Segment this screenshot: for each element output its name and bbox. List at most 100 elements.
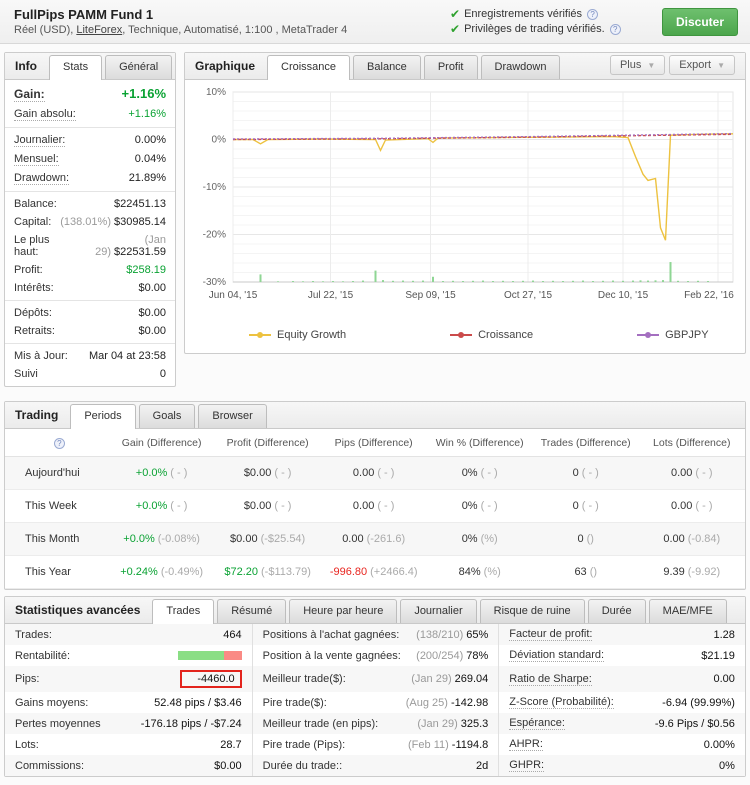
broker-link[interactable]: LiteForex [76, 24, 122, 36]
y-axis-tick: -10% [203, 182, 226, 193]
info-label: Suivi [14, 368, 38, 380]
stat-value: (Jan 29)325.3 [417, 718, 488, 730]
stat-value: -9.6 Pips / $0.56 [655, 718, 735, 730]
info-label[interactable]: Gain: [14, 87, 45, 102]
cell-main-value: 0% [462, 500, 478, 512]
info-row: Profit:$258.19 [5, 261, 175, 279]
discuss-button[interactable]: Discuter [662, 8, 738, 36]
volume-bar [647, 281, 649, 282]
volume-bar [402, 281, 404, 282]
info-panel: Info StatsGénéral Gain:+1.16%Gain absolu… [4, 52, 176, 387]
info-value: 0 [160, 368, 166, 380]
cell-diff-value: (-$25.54) [261, 533, 306, 545]
stat-label[interactable]: Espérance: [509, 717, 565, 730]
stat-label[interactable]: Z-Score (Probabilité): [509, 696, 614, 709]
tab-balance[interactable]: Balance [353, 55, 421, 79]
tab-goals[interactable]: Goals [139, 404, 196, 428]
info-value: $0.00 [138, 307, 166, 319]
info-value: $0.00 [138, 282, 166, 294]
info-label: Retraits: [14, 325, 55, 337]
stat-value: 1.28 [714, 629, 735, 641]
cell-main-value: 0.00 [671, 467, 692, 479]
info-label[interactable]: Mensuel: [14, 153, 59, 166]
period-cell: 84%(%) [427, 566, 533, 578]
period-cell: +0.0%( - ) [109, 467, 215, 479]
volume-bar [612, 281, 614, 282]
stat-value-prefix: (138/210) [416, 629, 463, 641]
verification-row-records: ✔ Enregistrements vérifiés ? [450, 7, 662, 22]
volume-bar [492, 281, 494, 282]
stat-value: 0.00 [714, 673, 735, 685]
growth-chart[interactable]: 10%0%-10%-20%-30%Jun 04, '15Jul 22, '15S… [187, 84, 743, 320]
tab-profit[interactable]: Profit [424, 55, 478, 79]
tab-g-n-ral[interactable]: Général [105, 55, 172, 79]
volume-bar [592, 281, 594, 282]
help-icon[interactable]: ? [587, 9, 598, 20]
help-icon[interactable]: ? [54, 438, 65, 449]
volume-bar [412, 281, 414, 282]
column-header: Lots (Difference) [639, 437, 745, 449]
stat-cell: Espérance: -9.6 Pips / $0.56 [498, 713, 745, 734]
tab-heure-par-heure[interactable]: Heure par heure [289, 599, 397, 623]
tab-trades[interactable]: Trades [152, 599, 214, 624]
plus-dropdown[interactable]: Plus▼ [610, 55, 665, 75]
tab-journalier[interactable]: Journalier [400, 599, 476, 623]
info-value: 0.04% [135, 153, 166, 165]
cell-main-value: 9.39 [663, 566, 684, 578]
account-type: Réel (USD), [14, 24, 76, 36]
help-icon[interactable]: ? [610, 24, 621, 35]
tab-browser[interactable]: Browser [198, 404, 266, 428]
period-cell: +0.24%(-0.49%) [109, 566, 215, 578]
stat-label[interactable]: Ratio de Sharpe: [509, 673, 592, 686]
info-label: Capital: [14, 216, 51, 228]
tab-periods[interactable]: Periods [70, 404, 135, 429]
volume-bar [342, 281, 344, 282]
pips-value-highlighted: -4460.0 [180, 670, 242, 688]
cell-diff-value: ( - ) [170, 467, 187, 479]
cell-main-value: +0.0% [136, 500, 168, 512]
tab-drawdown[interactable]: Drawdown [481, 55, 561, 79]
volume-bar [640, 280, 642, 282]
info-label[interactable]: Journalier: [14, 134, 65, 147]
stat-cell: Commissions:$0.00 [5, 755, 252, 776]
stat-value-prefix: (200/254) [416, 650, 463, 662]
tab-r-sum-[interactable]: Résumé [217, 599, 286, 623]
volume-bar [677, 281, 679, 282]
cell-main-value: +0.24% [120, 566, 158, 578]
legend-marker-dot [645, 332, 651, 338]
cell-diff-value: (-261.6) [367, 533, 406, 545]
info-value: 0.00% [135, 134, 166, 146]
period-cell: $72.20(-$113.79) [215, 566, 321, 578]
stat-label: Durée du trade:: [263, 760, 343, 772]
cell-main-value: $0.00 [244, 467, 272, 479]
info-value: (138.01%)$30985.14 [60, 216, 166, 228]
stat-label[interactable]: AHPR: [509, 738, 543, 751]
cell-diff-value: ( - ) [582, 500, 599, 512]
info-label[interactable]: Drawdown: [14, 172, 69, 185]
volume-bar [312, 281, 314, 282]
cell-diff-value: ( - ) [582, 467, 599, 479]
cell-diff-value: ( - ) [377, 467, 394, 479]
period-label: This Year [5, 566, 109, 578]
stat-label[interactable]: GHPR: [509, 759, 544, 772]
account-details: , Technique, Automatisé, 1:100 , MetaTra… [122, 24, 347, 36]
volume-bar [707, 281, 709, 282]
stat-label[interactable]: Facteur de profit: [509, 628, 592, 641]
tab-risque-de-ruine[interactable]: Risque de ruine [480, 599, 585, 623]
volume-bar [322, 281, 324, 282]
period-cell: -996.80(+2466.4) [321, 566, 427, 578]
legend-marker-dot [458, 332, 464, 338]
volume-bar [662, 280, 664, 282]
cell-diff-value: () [587, 533, 594, 545]
volume-bar [532, 281, 534, 282]
tab-mae-mfe[interactable]: MAE/MFE [649, 599, 727, 623]
tab-stats[interactable]: Stats [49, 55, 102, 80]
volume-bar [512, 281, 514, 282]
cell-main-value: 0.00 [353, 500, 374, 512]
stat-cell: Position à la vente gagnées:(200/254)78% [252, 645, 499, 666]
tab-dur-e[interactable]: Durée [588, 599, 646, 623]
info-label[interactable]: Gain absolu: [14, 108, 76, 121]
export-dropdown[interactable]: Export▼ [669, 55, 735, 75]
tab-croissance[interactable]: Croissance [267, 55, 350, 80]
stat-label[interactable]: Déviation standard: [509, 649, 604, 662]
